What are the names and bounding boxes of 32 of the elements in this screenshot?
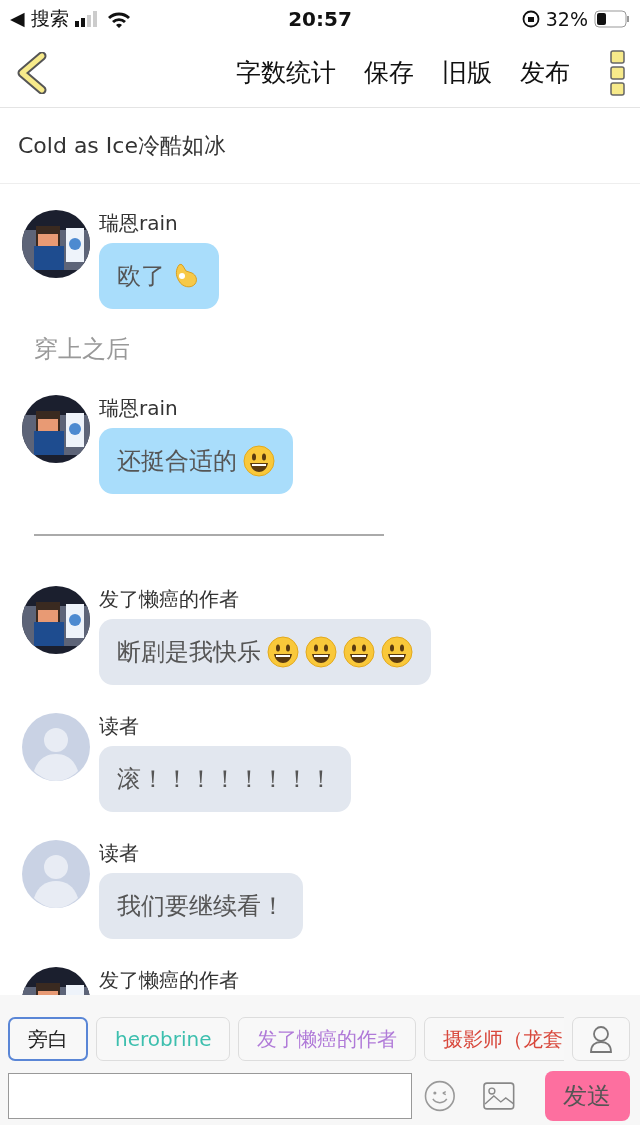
image-icon[interactable] <box>483 1082 515 1110</box>
author-name: 读者 <box>99 840 139 867</box>
author-name: 读者 <box>99 713 139 740</box>
message-bubble: 欧了 <box>99 243 219 309</box>
role-chip[interactable]: 旁白 <box>8 1017 88 1061</box>
rotation-lock-icon <box>521 10 540 28</box>
story-title: Cold as Ice冷酷如冰 <box>0 108 640 184</box>
author-name: 发了懒癌的作者 <box>99 586 239 613</box>
message-bubble: 滚！！！！！！！！ <box>99 746 351 812</box>
message-input[interactable] <box>8 1073 412 1119</box>
message-bubble: 还挺合适的 <box>99 428 293 494</box>
author-name: 发了懒癌的作者 <box>99 967 239 994</box>
emoji-icon[interactable] <box>423 1080 456 1112</box>
more-menu-icon[interactable] <box>610 49 626 96</box>
narration-text: 穿上之后 <box>33 334 131 365</box>
message-bubble: 我们要继续看！ <box>99 873 303 939</box>
battery-percent: 32% <box>545 8 588 30</box>
message-bubble: 断剧是我快乐 <box>99 619 431 685</box>
clock-time: 20:57 <box>288 7 352 31</box>
wifi-icon <box>106 10 131 28</box>
author-name: 瑞恩rain <box>99 395 178 422</box>
toolbar-action[interactable]: 字数统计 <box>222 56 350 89</box>
back-to-search-link[interactable]: ◀ 搜索 <box>10 6 69 32</box>
author-name: 瑞恩rain <box>99 210 178 237</box>
toolbar-action[interactable]: 发布 <box>506 56 584 89</box>
battery-icon <box>594 10 630 28</box>
person-icon <box>589 1025 613 1053</box>
role-chip[interactable]: 摄影师（龙套 <box>424 1017 564 1061</box>
back-icon[interactable] <box>16 51 48 94</box>
toolbar-action[interactable]: 保存 <box>350 56 428 89</box>
character-button[interactable] <box>572 1017 630 1061</box>
toolbar-action[interactable]: 旧版 <box>428 56 506 89</box>
